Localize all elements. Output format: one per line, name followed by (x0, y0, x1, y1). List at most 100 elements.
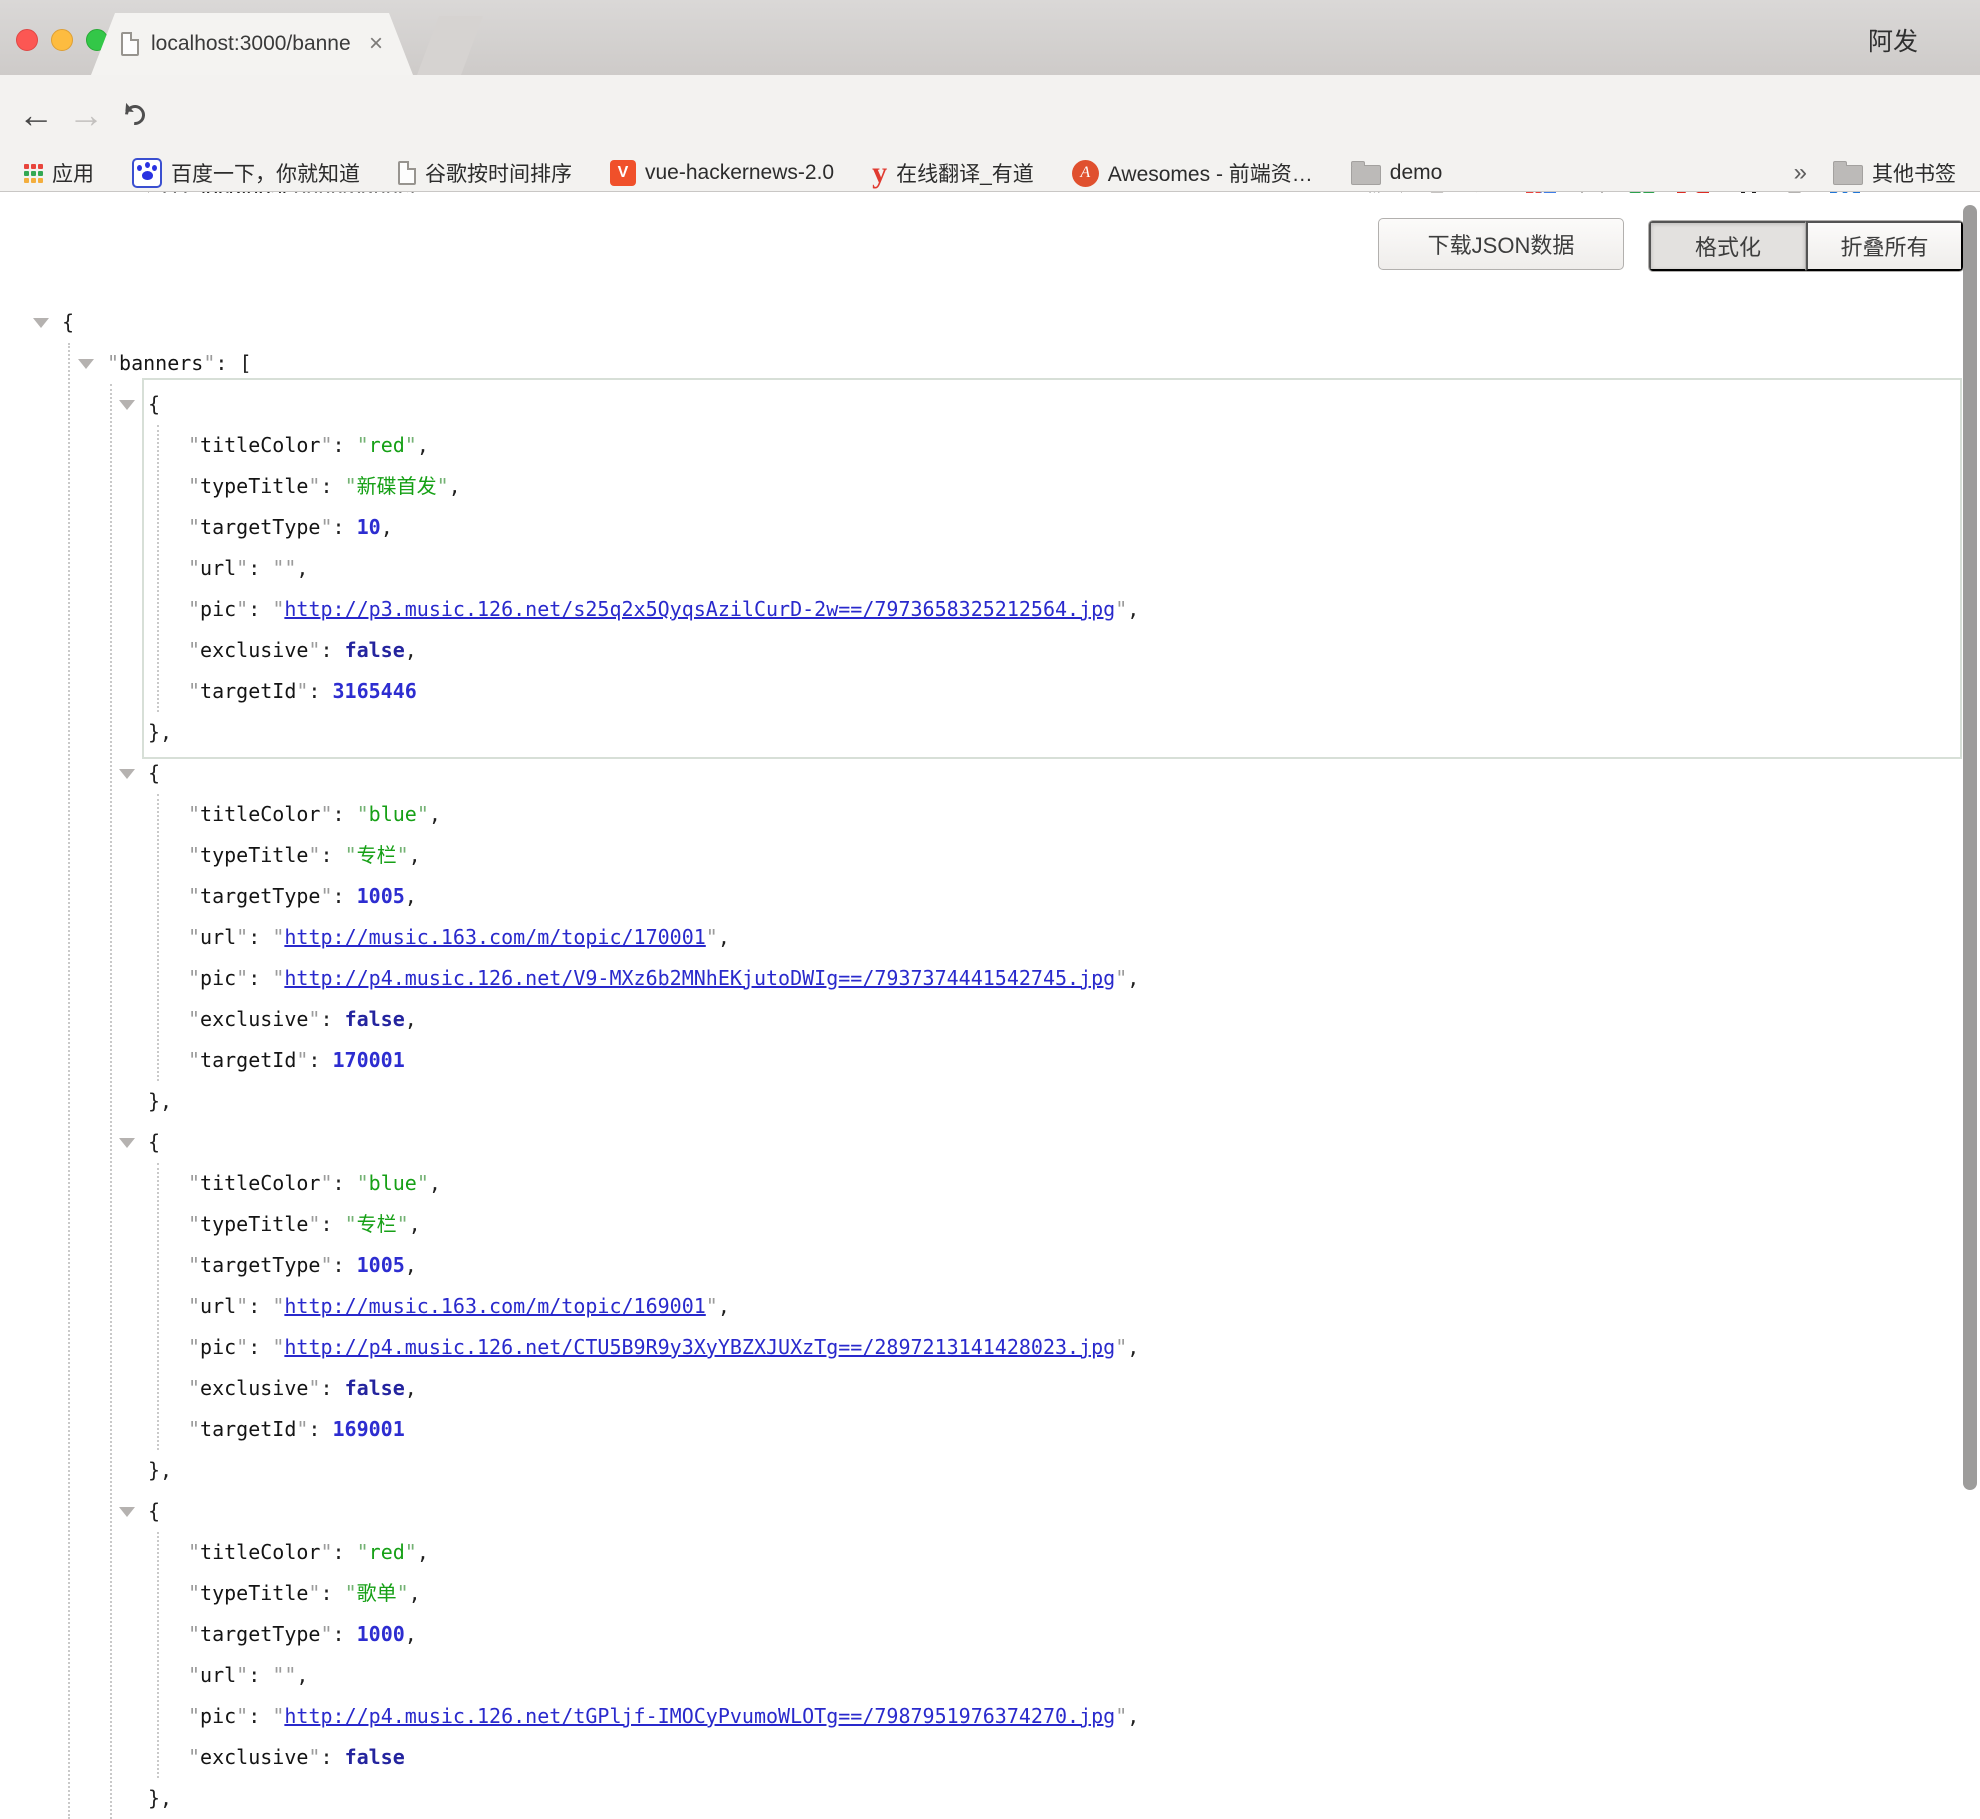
json-punctuation: : (320, 1745, 344, 1769)
bookmark-label: 百度一下，你就知道 (171, 158, 360, 188)
json-quote: " (203, 351, 215, 375)
json-url-link[interactable]: http://music.163.com/m/topic/170001 (284, 925, 705, 949)
expander-icon[interactable] (119, 1138, 135, 1148)
json-url-link[interactable]: http://p4.music.126.net/tGPljf-IMOCyPvum… (284, 1704, 1115, 1728)
json-quote: " (236, 597, 248, 621)
json-punctuation: : (333, 433, 357, 457)
json-quote: "" (272, 556, 296, 580)
json-quote: " (188, 638, 200, 662)
json-punctuation: , (405, 1622, 417, 1646)
bookmark-folder-demo[interactable]: demo (1351, 161, 1443, 185)
json-quote: " (272, 1294, 284, 1318)
json-quote: " (308, 1212, 320, 1236)
expander-icon[interactable] (33, 318, 49, 328)
close-window-button[interactable] (16, 29, 38, 51)
json-punctuation: : (215, 351, 239, 375)
json-quote: " (357, 1171, 369, 1195)
json-boolean: false (345, 1007, 405, 1031)
json-quote: " (272, 1335, 284, 1359)
json-line: "targetType": 1005, (188, 1245, 1956, 1286)
json-punctuation: , (296, 1663, 308, 1687)
json-quote: " (188, 679, 200, 703)
tab-close-icon[interactable]: × (369, 32, 383, 56)
new-tab-button[interactable] (417, 16, 483, 75)
bookmarks-overflow-chevron[interactable]: » (1794, 159, 1807, 187)
expander-icon[interactable] (119, 1507, 135, 1517)
json-punctuation: }, (148, 720, 172, 744)
json-punctuation: , (409, 843, 421, 867)
bookmark-apps[interactable]: 应用 (24, 158, 94, 188)
json-url-link[interactable]: http://p4.music.126.net/V9-MXz6b2MNhEKju… (284, 966, 1115, 990)
format-button[interactable]: 格式化 (1649, 221, 1806, 271)
json-quote: " (1115, 1335, 1127, 1359)
json-key: exclusive (200, 1745, 308, 1769)
json-quote: " (397, 843, 409, 867)
minimize-window-button[interactable] (51, 29, 73, 51)
expander-icon[interactable] (78, 359, 94, 369)
bookmark-awesomes[interactable]: A Awesomes - 前端资… (1072, 158, 1313, 188)
json-quote: " (405, 433, 417, 457)
json-url-link[interactable]: http://music.163.com/m/topic/169001 (284, 1294, 705, 1318)
json-key: url (200, 925, 236, 949)
browser-tab[interactable]: localhost:3000/banner × (91, 13, 413, 75)
json-line: "url": "http://music.163.com/m/topic/170… (188, 917, 1956, 958)
forward-button[interactable]: → (64, 75, 108, 155)
bookmark-label: demo (1390, 161, 1443, 185)
json-banner-object: {"titleColor": "red","typeTitle": "新碟首发"… (148, 384, 1956, 753)
other-bookmarks-folder[interactable]: 其他书签 (1833, 158, 1956, 188)
json-url-link[interactable]: http://p3.music.126.net/s25q2x5QyqsAzilC… (284, 597, 1115, 621)
collapse-all-button[interactable]: 折叠所有 (1806, 221, 1963, 271)
json-key: titleColor (200, 1540, 320, 1564)
json-key: url (200, 1663, 236, 1687)
json-punctuation: [ (239, 351, 251, 375)
json-punctuation: , (405, 1376, 417, 1400)
json-quote: " (236, 556, 248, 580)
json-line: "pic": "http://p3.music.126.net/s25q2x5Q… (188, 589, 1956, 630)
json-key: targetType (200, 1622, 320, 1646)
back-button[interactable]: ← (14, 75, 58, 155)
json-line: "exclusive": false, (188, 1368, 1956, 1409)
json-quote: " (272, 597, 284, 621)
json-quote: " (188, 1376, 200, 1400)
expander-icon[interactable] (119, 400, 135, 410)
vue-favicon-icon: V (610, 160, 636, 186)
json-key: exclusive (200, 1376, 308, 1400)
profile-name[interactable]: 阿发 (1868, 22, 1918, 58)
json-indent-level: "titleColor": "blue","typeTitle": "专栏","… (157, 794, 1956, 1081)
json-punctuation: : (248, 1335, 272, 1359)
json-url-link[interactable]: http://p4.music.126.net/CTU5B9R9y3XyYBZX… (284, 1335, 1115, 1359)
json-line: }, (148, 712, 1956, 753)
json-punctuation: : (320, 1581, 344, 1605)
json-quote: " (345, 843, 357, 867)
bookmark-baidu[interactable]: 百度一下，你就知道 (132, 158, 360, 188)
json-punctuation: , (405, 1007, 417, 1031)
json-string: 专栏 (357, 843, 397, 867)
bookmark-vue-hackernews[interactable]: V vue-hackernews-2.0 (610, 160, 834, 186)
json-punctuation: { (148, 1499, 160, 1523)
json-punctuation: , (405, 884, 417, 908)
download-json-button[interactable]: 下载JSON数据 (1378, 218, 1624, 270)
json-quote: " (188, 1745, 200, 1769)
json-key: targetType (200, 1253, 320, 1277)
json-quote: " (1115, 966, 1127, 990)
json-quote: " (320, 884, 332, 908)
json-quote: " (188, 597, 200, 621)
json-punctuation: , (381, 515, 393, 539)
json-line: { (148, 384, 1956, 425)
json-punctuation: : (248, 1704, 272, 1728)
json-quote: " (236, 1294, 248, 1318)
json-key: targetType (200, 884, 320, 908)
json-line: { (148, 1122, 1956, 1163)
bookmark-youdao-translate[interactable]: y 在线翻译_有道 (872, 158, 1034, 188)
json-punctuation: { (148, 392, 160, 416)
reload-button[interactable] (113, 75, 157, 155)
json-quote: " (308, 1745, 320, 1769)
json-indent-level: {"titleColor": "red","typeTitle": "新碟首发"… (110, 384, 1956, 1819)
expander-icon[interactable] (119, 769, 135, 779)
json-quote: " (188, 474, 200, 498)
json-quote: " (236, 1663, 248, 1687)
bookmark-google-sort[interactable]: 谷歌按时间排序 (398, 158, 572, 188)
json-number: 1000 (357, 1622, 405, 1646)
window-controls (16, 29, 108, 51)
vertical-scrollbar[interactable] (1963, 205, 1977, 1490)
